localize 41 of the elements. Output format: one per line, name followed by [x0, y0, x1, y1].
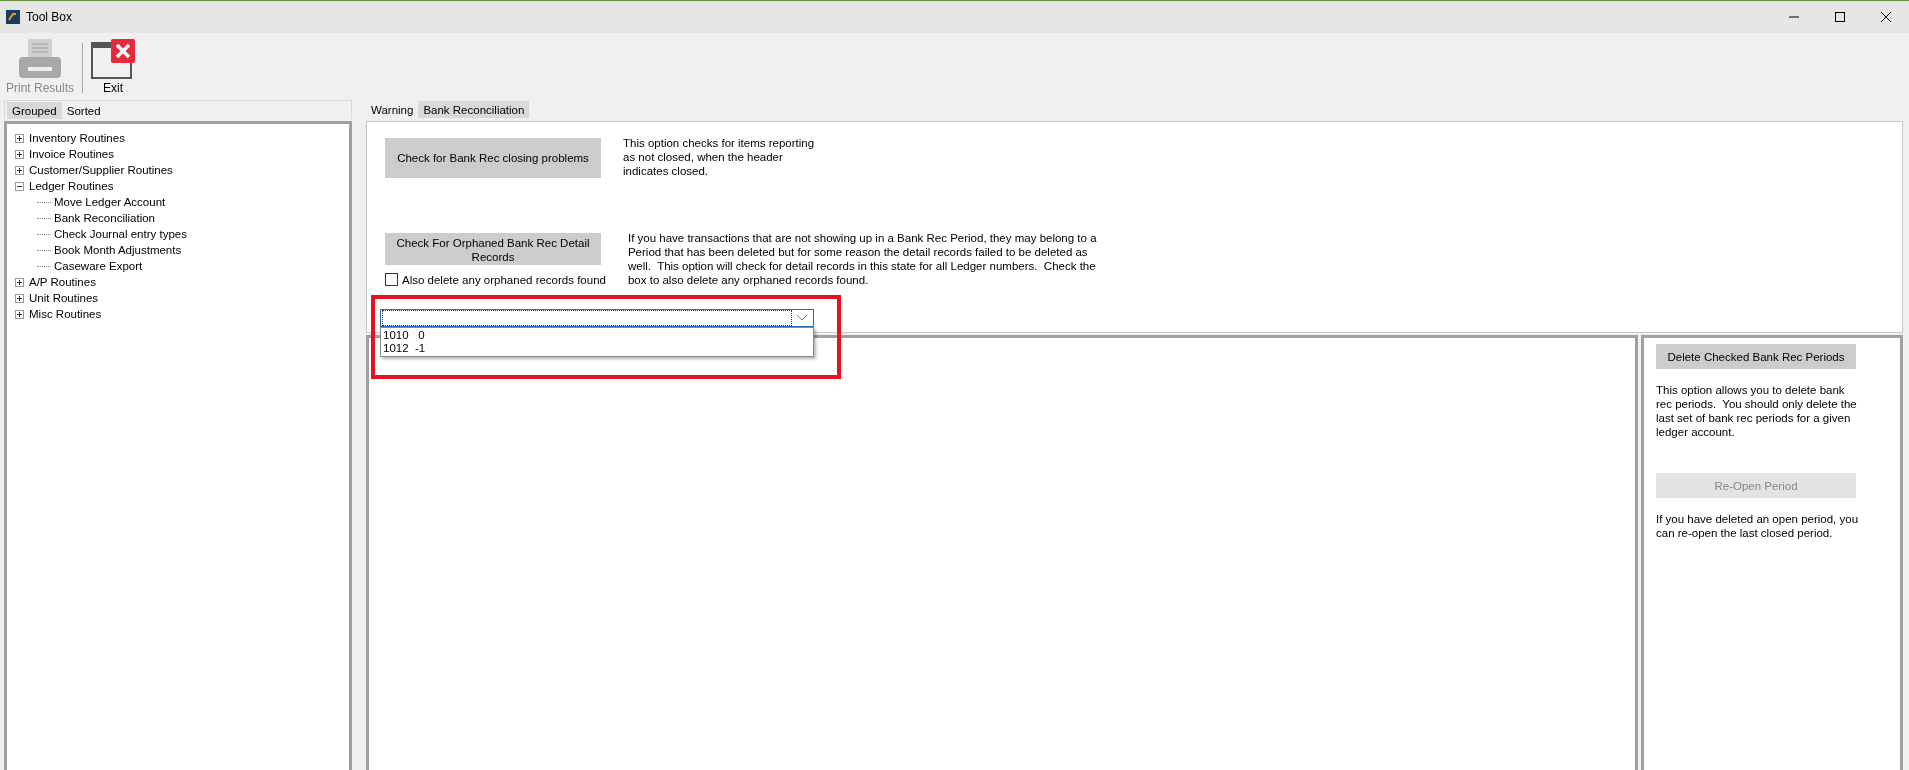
closing-check-description: This option checks for items reporting as not closed, when the header indicates closed. [623, 136, 816, 178]
tree-item[interactable]: Bank Reconciliation [53, 212, 156, 224]
tree-item[interactable]: Invoice Routines [28, 148, 116, 160]
check-closing-problems-button[interactable]: Check for Bank Rec closing problems [385, 138, 601, 178]
check-orphaned-records-button[interactable]: Check For Orphaned Bank Rec Detail Records [385, 233, 601, 265]
tree-item[interactable]: Caseware Export [53, 260, 144, 272]
tree-tab[interactable]: Sorted [61, 102, 106, 119]
app-icon [6, 10, 20, 24]
dropdown-option[interactable]: 1012 -1 [383, 342, 811, 355]
dropdown-caret-icon [796, 314, 808, 322]
checkbox-label: Also delete any orphaned records found [402, 273, 606, 286]
panel-tab[interactable]: Warning [366, 101, 419, 118]
reopen-description: If you have deleted an open period, you can re-open the last closed period. [1656, 512, 1860, 540]
ledger-dropdown[interactable] [380, 309, 814, 327]
tree-item[interactable]: Ledger Routines [28, 180, 115, 192]
expand-icon[interactable] [15, 309, 24, 319]
window-title: Tool Box [26, 10, 73, 24]
printer-icon [18, 39, 62, 79]
orphan-check-description: If you have transactions that are not showing up in a Bank Rec Period, they may belong to a Period that has been deleted but for some reason the detail records failed to be deleted as well. This option will check for detail records in this state for all Ledger numbers. Check the box to also delete any orphaned records found. [627, 231, 1098, 287]
collapse-icon[interactable] [15, 181, 24, 191]
tree-item[interactable]: Misc Routines [28, 308, 103, 320]
dropdown-option[interactable]: 1010 0 [383, 329, 811, 342]
checkbox[interactable] [385, 273, 398, 286]
exit-window-icon [91, 39, 136, 79]
exit-button[interactable]: Exit [89, 37, 138, 97]
delete-periods-description: This option allows you to delete bank rec periods. You should only delete the last set of bank rec periods for a given ledger account. [1656, 383, 1858, 439]
tree-tab[interactable]: Grouped [7, 102, 62, 119]
tree-item[interactable]: Move Ledger Account [53, 196, 167, 208]
tree-item[interactable]: Customer/Supplier Routines [28, 164, 174, 176]
delete-periods-button[interactable]: Delete Checked Bank Rec Periods [1656, 344, 1856, 369]
panel-tab[interactable]: Bank Reconciliation [418, 101, 530, 118]
expand-icon[interactable] [15, 277, 24, 287]
tree-item[interactable]: Check Journal entry types [53, 228, 188, 240]
expand-icon[interactable] [15, 133, 24, 143]
tree-item[interactable]: Inventory Routines [28, 132, 126, 144]
tree-item[interactable]: Book Month Adjustments [53, 244, 183, 256]
expand-icon[interactable] [15, 149, 24, 159]
tree-item[interactable]: Unit Routines [28, 292, 100, 304]
tree-item[interactable]: A/P Routines [28, 276, 97, 288]
expand-icon[interactable] [15, 293, 24, 303]
expand-icon[interactable] [15, 165, 24, 175]
